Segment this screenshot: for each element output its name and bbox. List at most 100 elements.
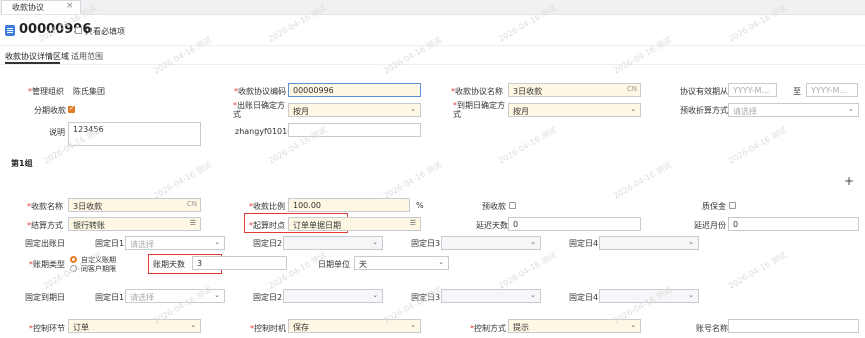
close-icon[interactable]: ×: [66, 1, 74, 11]
ratio-unit: %: [416, 201, 424, 210]
desc-label: 说明: [49, 128, 65, 137]
prepaid-checkbox[interactable]: [509, 202, 516, 209]
language-badge: CN: [186, 200, 197, 208]
only-required-checkbox[interactable]: [75, 27, 82, 34]
watermark-text: 2026-04-16 测试: [497, 125, 558, 166]
name-label: *收款协议名称: [451, 87, 503, 96]
org-label: *管理组织: [28, 87, 64, 96]
chevron-down-icon: ⌄: [688, 291, 694, 299]
due-date-select[interactable]: 按月 ⌄: [508, 103, 641, 117]
valid-from-input[interactable]: YYYY-M…: [728, 83, 777, 97]
installment-checkbox[interactable]: [68, 104, 75, 113]
account-name-input[interactable]: [728, 319, 859, 333]
fixed-due2-label: 固定日2: [253, 293, 283, 302]
fixed-due1-select[interactable]: 请选择 ⌄: [125, 289, 225, 303]
start-point-input[interactable]: 订单单据日期 ☰: [288, 217, 421, 231]
due-date-label: *到期日确定方式: [453, 101, 505, 119]
code-label: *收款协议编码: [234, 87, 286, 96]
settle-input[interactable]: 银行转账 ☰: [68, 217, 201, 231]
watermark-text: 2026-04-16 测试: [382, 160, 443, 201]
chevron-down-icon: ⌄: [438, 258, 444, 266]
period-days-input[interactable]: 3: [192, 256, 287, 270]
watermark-text: 2026-04-16 测试: [612, 160, 673, 201]
receipt-ratio-input[interactable]: 100.00: [288, 198, 410, 212]
fixed-day2-label: 固定日2: [253, 239, 283, 248]
tab-divider: [0, 64, 865, 65]
valid-to-label: 至: [793, 87, 801, 96]
chevron-down-icon: ⌄: [630, 321, 636, 329]
chevron-down-icon: ⌄: [848, 105, 854, 113]
receipt-ratio-label: *收款比例: [249, 202, 285, 211]
watermark-text: 2026-04-16 测试: [497, 250, 558, 291]
language-badge: CN: [626, 85, 637, 93]
deposit-checkbox[interactable]: [729, 202, 736, 209]
delay-days-input[interactable]: 0: [508, 217, 641, 231]
chevron-down-icon: ⌄: [214, 238, 220, 246]
bill-date-select[interactable]: 按月 ⌄: [288, 103, 421, 117]
account-name-label: 账号名称: [696, 324, 728, 333]
window-tab-bar: [0, 0, 865, 15]
period-customer-label: 同客户期限: [81, 265, 116, 273]
code-input[interactable]: 00000996: [288, 83, 421, 97]
deposit-label: 质保金: [702, 202, 726, 211]
period-custom-radio[interactable]: [70, 256, 77, 263]
valid-to-input[interactable]: YYYY-M…: [806, 83, 858, 97]
prepay-select[interactable]: 请选择 ⌄: [728, 103, 859, 117]
receipt-name-input[interactable]: 3日收款 CN: [68, 198, 201, 212]
tab-detail-area[interactable]: 收款协议详情区域: [5, 51, 69, 62]
control-step-select[interactable]: 订单 ⌄: [68, 319, 201, 333]
period-days-label: 账期天数: [153, 260, 185, 269]
group-title: 第1组: [11, 159, 33, 168]
tab-scope[interactable]: 适用范围: [71, 51, 103, 62]
add-icon[interactable]: +: [844, 174, 854, 188]
valid-from-label: 协议有效期从: [680, 87, 728, 96]
document-header: [0, 15, 865, 46]
control-time-label: *控制时机: [250, 324, 286, 333]
fixed-due4-select[interactable]: ⌄: [599, 289, 699, 303]
chevron-down-icon: ⌄: [410, 321, 416, 329]
installment-label: 分期收款: [34, 106, 66, 115]
date-unit-select[interactable]: 天 ⌄: [354, 256, 449, 270]
fixed-due2-select[interactable]: ⌄: [283, 289, 383, 303]
list-icon: ☰: [189, 219, 196, 227]
fixed-due3-label: 固定日3: [411, 293, 441, 302]
chevron-down-icon: ⌄: [214, 291, 220, 299]
user-input[interactable]: [288, 123, 421, 137]
settle-label: *结算方式: [27, 221, 63, 230]
watermark-text: 2026-04-16 测试: [727, 250, 788, 291]
desc-textarea[interactable]: 123456: [68, 122, 201, 146]
tab-label: 收款协议: [12, 3, 44, 12]
chevron-down-icon: ⌄: [530, 238, 536, 246]
control-step-label: *控制环节: [29, 324, 65, 333]
fixed-due3-select[interactable]: ⌄: [441, 289, 541, 303]
fixed-due-label: 固定到期日: [25, 293, 65, 302]
chevron-down-icon: ⌄: [372, 291, 378, 299]
chevron-down-icon: ⌄: [410, 105, 416, 113]
name-input[interactable]: 3日收款 CN: [508, 83, 641, 97]
watermark-text: 2026-04-16 测试: [152, 160, 213, 201]
fixed-bill-label: 固定出账日: [25, 239, 65, 248]
fixed-day3-label: 固定日3: [411, 239, 441, 248]
fixed-day3-select[interactable]: ⌄: [441, 236, 541, 250]
fixed-day1-select[interactable]: 请选择 ⌄: [125, 236, 225, 250]
chevron-down-icon: ⌄: [688, 238, 694, 246]
document-icon: [5, 25, 15, 36]
control-mode-select[interactable]: 提示 ⌄: [508, 319, 641, 333]
chevron-down-icon: ⌄: [372, 238, 378, 246]
org-value: 陈氏集团: [73, 87, 105, 96]
fixed-day1-label: 固定日1: [95, 239, 125, 248]
fixed-day4-select[interactable]: ⌄: [599, 236, 699, 250]
date-unit-label: 日期单位: [318, 260, 350, 269]
fixed-due4-label: 固定日4: [569, 293, 599, 302]
fixed-day4-label: 固定日4: [569, 239, 599, 248]
only-required-label: 只看必填项: [85, 27, 125, 36]
user-label: zhangyf01016: [235, 127, 293, 136]
chevron-down-icon: ⌄: [190, 321, 196, 329]
chevron-down-icon: ⌄: [530, 291, 536, 299]
prepaid-label: 预收款: [482, 202, 506, 211]
control-time-select[interactable]: 保存 ⌄: [288, 319, 421, 333]
delay-days-label: 延迟天数: [476, 221, 508, 230]
period-customer-radio[interactable]: [70, 265, 77, 272]
fixed-day2-select[interactable]: ⌄: [283, 236, 383, 250]
delay-months-input[interactable]: 0: [728, 217, 859, 231]
